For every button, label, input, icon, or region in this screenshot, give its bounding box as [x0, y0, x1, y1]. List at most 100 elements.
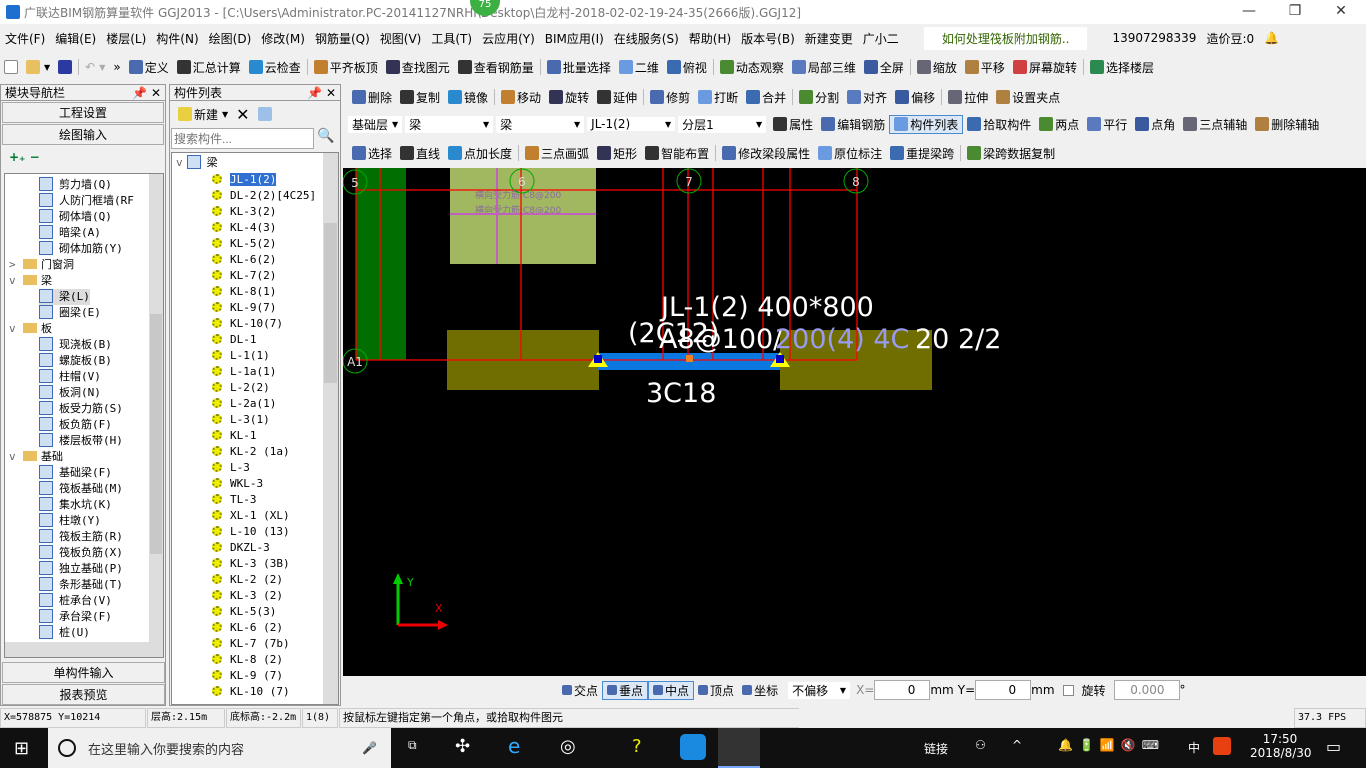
new-file-button[interactable] — [0, 60, 22, 74]
toolbar-button[interactable]: 选择楼层 — [1086, 59, 1158, 76]
component-list-item[interactable]: JL-1(2) — [212, 172, 277, 188]
toolbar-button[interactable]: 对齐 — [843, 89, 891, 106]
component-list-item[interactable]: KL-10 (7) — [212, 684, 290, 700]
snap-toggle[interactable]: 垂点 — [602, 680, 649, 700]
toolbar-button[interactable]: 镜像 — [444, 89, 492, 106]
menu-item[interactable]: 帮助(H) — [684, 30, 736, 47]
tree-item[interactable]: 独立基础(P) — [39, 561, 123, 577]
app-icon[interactable]: ◎ — [560, 736, 576, 757]
new-component-button[interactable]: 新建 ▼ — [174, 106, 232, 123]
toolbar-button[interactable]: 二维 — [615, 59, 663, 76]
ggj-app-icon[interactable] — [718, 728, 760, 768]
component-list-item[interactable]: KL-6 (2) — [212, 620, 283, 636]
sogou-icon[interactable] — [1213, 737, 1231, 755]
component-list-item[interactable]: KL-5(3) — [212, 604, 276, 620]
canvas-svg[interactable]: 横向受力筋:C8@200 横向受力筋:C8@200 5 6 7 8 A1 JL-… — [343, 168, 1366, 676]
component-list-item[interactable]: KL-10(7) — [212, 316, 283, 332]
toolbar-button[interactable]: 旋转 — [545, 89, 593, 106]
tree-item[interactable]: 圈梁(E) — [39, 305, 101, 321]
scrollbar-thumb[interactable] — [324, 223, 337, 383]
maximize-button[interactable]: ❐ — [1272, 0, 1318, 24]
undo-button[interactable]: ↶ ▼ — [81, 60, 109, 74]
tree-item[interactable]: 基础梁(F) — [39, 465, 112, 481]
toolbar-button[interactable]: 编辑钢筋 — [817, 116, 889, 133]
toolbar-button[interactable]: 平移 — [961, 59, 1009, 76]
component-list-item[interactable]: KL-6(2) — [212, 252, 276, 268]
tree-item[interactable]: 剪力墙(Q) — [39, 177, 112, 193]
toolbar-button[interactable]: 点加长度 — [444, 145, 516, 162]
toolbar-button[interactable]: 属性 — [769, 116, 817, 133]
drawing-input-button[interactable]: 绘图输入 — [2, 124, 164, 145]
component-list-item[interactable]: KL-3 (3B) — [212, 556, 290, 572]
toolbar-button[interactable]: 查找图元 — [382, 59, 454, 76]
toolbar-button[interactable]: 云检查 — [245, 59, 305, 76]
close-button[interactable]: ✕ — [1318, 0, 1364, 24]
snap-toggle[interactable]: 中点 — [648, 680, 695, 700]
toolbar-button[interactable]: 拾取构件 — [963, 116, 1035, 133]
tree-item[interactable]: 柱墩(Y) — [39, 513, 101, 529]
toolbar-button[interactable]: 三点画弧 — [521, 145, 593, 162]
toolbar-button[interactable]: 设置夹点 — [992, 89, 1064, 106]
tree-item[interactable]: 桩(U) — [39, 625, 90, 641]
open-file-button[interactable]: ▼ — [22, 60, 54, 74]
expand-toggle-icon[interactable]: v — [9, 321, 23, 337]
clock[interactable]: 17:50 2018/8/30 — [1250, 732, 1312, 760]
component-list-item[interactable]: KL-5(2) — [212, 236, 276, 252]
component-list-item[interactable]: TL-3 — [212, 492, 257, 508]
component-list-item[interactable]: L-1(1) — [212, 348, 270, 364]
toolbar-button[interactable]: 延伸 — [593, 89, 641, 106]
toolbar-button[interactable]: 修改梁段属性 — [718, 145, 814, 162]
people-icon[interactable]: ⚇ — [975, 738, 986, 752]
component-list-item[interactable]: KL-4(3) — [212, 220, 276, 236]
tree-item[interactable]: 桩承台(V) — [39, 593, 112, 609]
copy-component-icon[interactable] — [254, 107, 276, 121]
task-view-icon[interactable]: ⧉ — [408, 738, 417, 753]
toolbar-button[interactable]: 删除 — [348, 89, 396, 106]
selector-dropdown[interactable]: 梁 ▼ — [496, 115, 585, 133]
toolbar-button[interactable]: 偏移 — [891, 89, 939, 106]
menu-item[interactable]: 钢筋量(Q) — [310, 30, 375, 47]
component-list-item[interactable]: KL-8(1) — [212, 284, 276, 300]
tree-folder[interactable]: v 基础 — [9, 449, 63, 465]
tree-item[interactable]: 砌体加筋(Y) — [39, 241, 123, 257]
toolbar-button[interactable]: 三点辅轴 — [1179, 116, 1251, 133]
tree-item[interactable]: 承台梁(F) — [39, 609, 112, 625]
component-list-item[interactable]: L-1a(1) — [212, 364, 276, 380]
component-list-item[interactable]: L-2(2) — [212, 380, 270, 396]
menu-item[interactable]: 版本号(B) — [736, 30, 800, 47]
account-phone[interactable]: 13907298339 — [1107, 31, 1201, 45]
component-search-input[interactable] — [171, 128, 314, 149]
drawing-canvas[interactable]: 横向受力筋:C8@200 横向受力筋:C8@200 5 6 7 8 A1 JL-… — [343, 168, 1366, 676]
expand-toggle-icon[interactable]: v — [9, 273, 23, 289]
toolbar-button[interactable]: 屏幕旋转 — [1009, 59, 1081, 76]
tree-item[interactable]: 板负筋(F) — [39, 417, 112, 433]
notification-icon[interactable]: ▭ — [1326, 737, 1341, 756]
pin-icon[interactable]: 📌 — [132, 86, 147, 100]
toolbar-button[interactable]: 查看钢筋量 — [454, 59, 538, 76]
menu-item[interactable]: 在线服务(S) — [609, 30, 684, 47]
tree-item[interactable]: 暗梁(A) — [39, 225, 101, 241]
toolbar-button[interactable]: 平行 — [1083, 116, 1131, 133]
component-list-item[interactable]: L-2a(1) — [212, 396, 276, 412]
menu-item[interactable]: 广小二 — [858, 30, 904, 47]
bell-icon[interactable]: 🔔 — [1259, 31, 1284, 45]
tree-item[interactable]: 筏板基础(M) — [39, 481, 123, 497]
minimize-button[interactable]: — — [1226, 0, 1272, 24]
save-button[interactable] — [54, 60, 76, 74]
component-list-item[interactable]: KL-3(2) — [212, 204, 276, 220]
component-list-item[interactable]: KL-2 (1a) — [212, 444, 290, 460]
tree-item[interactable]: 楼层板带(H) — [39, 433, 123, 449]
delete-component-icon[interactable]: ✕ — [232, 105, 253, 124]
toolbar-button[interactable]: 原位标注 — [814, 145, 886, 162]
snap-toggle[interactable]: 交点 — [558, 682, 602, 699]
tree-item[interactable]: 板洞(N) — [39, 385, 101, 401]
toolbar-button[interactable]: 选择 — [348, 145, 396, 162]
collapse-all-icon[interactable]: − — [30, 150, 40, 164]
tree-item[interactable]: 现浇板(B) — [39, 337, 112, 353]
snap-toggle[interactable]: 坐标 — [738, 682, 782, 699]
tree-folder[interactable]: v板 — [9, 321, 52, 337]
toolbar-button[interactable]: 直线 — [396, 145, 444, 162]
toolbar-button[interactable]: 分割 — [795, 89, 843, 106]
toolbar-button[interactable]: 平齐板顶 — [310, 59, 382, 76]
component-list-item[interactable]: KL-7 (7b) — [212, 636, 290, 652]
